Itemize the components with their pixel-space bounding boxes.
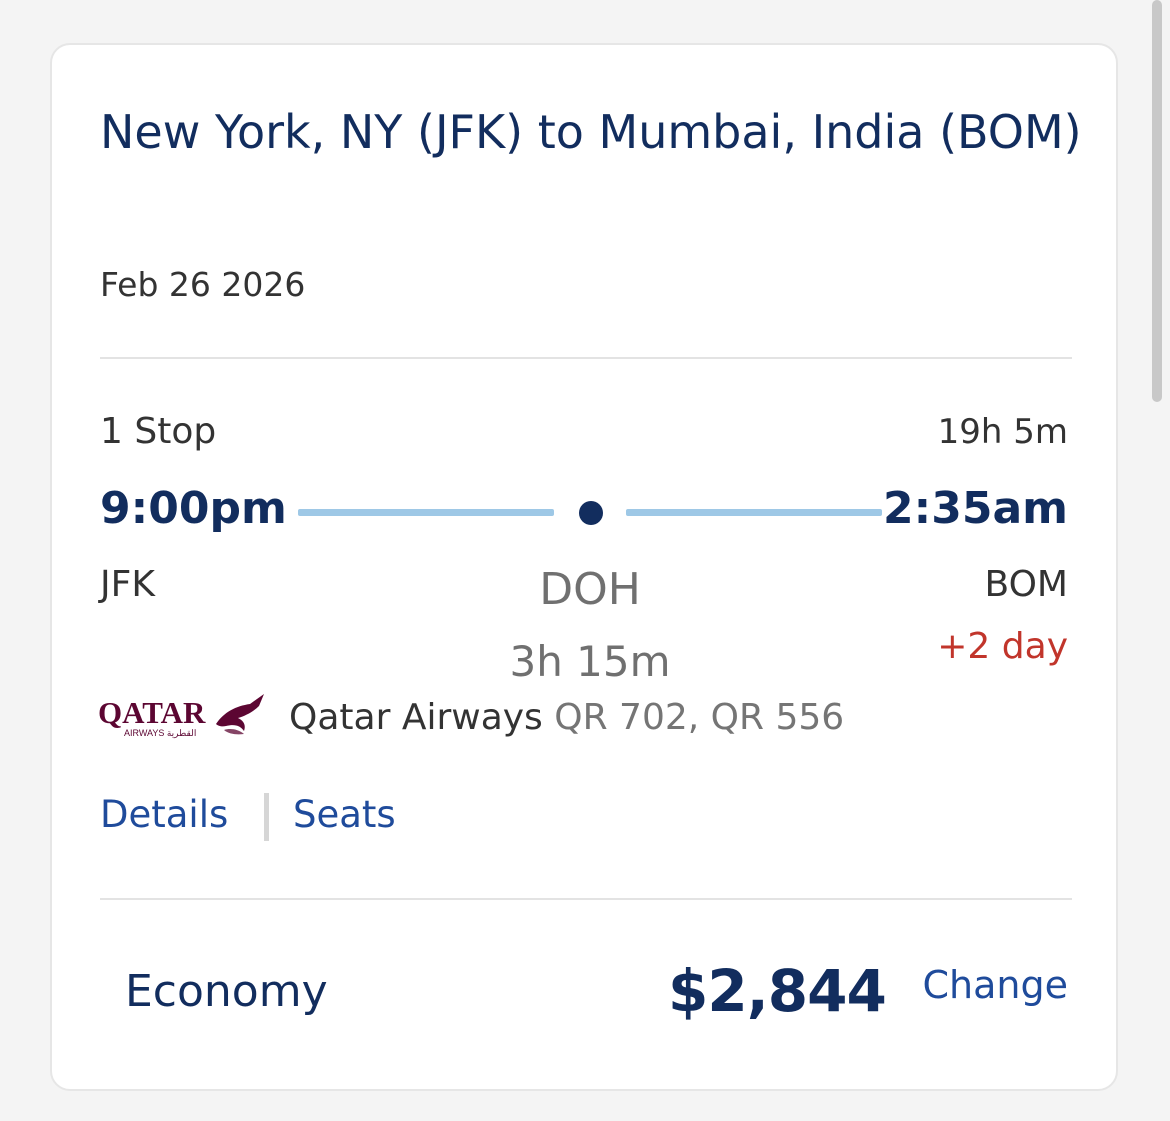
layover-duration: 3h 15m — [509, 637, 671, 686]
logo-wordmark: QATAR — [98, 695, 206, 730]
qatar-airways-logo: QATAR AIRWAYS القطرية — [98, 694, 264, 739]
arrival-time: 2:35am — [883, 483, 1068, 534]
destination-airport: BOM — [984, 564, 1068, 605]
seats-link[interactable]: Seats — [293, 792, 396, 838]
travel-date: Feb 26 2026 — [100, 265, 306, 304]
change-fare-link[interactable]: Change — [923, 961, 1069, 1009]
stop-count: 1 Stop — [100, 411, 217, 452]
layover-airport: DOH — [539, 564, 641, 615]
page-scrollbar[interactable] — [1152, 0, 1162, 402]
divider-top — [100, 357, 1072, 359]
departure-time: 9:00pm — [100, 483, 287, 534]
airline-name: Qatar Airways — [289, 697, 543, 738]
route-line-right — [626, 509, 882, 516]
flight-numbers: QR 702, QR 556 — [554, 697, 845, 738]
layover-dot — [579, 501, 603, 525]
route-title: New York, NY (JFK) to Mumbai, India (BOM… — [100, 105, 1082, 159]
arrival-day-offset: +2 day — [937, 626, 1068, 667]
link-separator — [264, 793, 269, 841]
divider-bottom — [100, 898, 1072, 900]
details-link[interactable]: Details — [100, 792, 228, 838]
fare-price: $2,844 — [668, 957, 887, 1025]
origin-airport: JFK — [100, 564, 155, 605]
flight-card: New York, NY (JFK) to Mumbai, India (BOM… — [50, 43, 1118, 1091]
total-duration: 19h 5m — [937, 412, 1068, 452]
cabin-class: Economy — [125, 966, 328, 1017]
oryx-logo-icon — [216, 694, 264, 735]
route-line-left — [298, 509, 554, 516]
logo-subtext: AIRWAYS القطرية — [124, 728, 196, 739]
airline-info: Qatar Airways QR 702, QR 556 — [289, 696, 844, 740]
